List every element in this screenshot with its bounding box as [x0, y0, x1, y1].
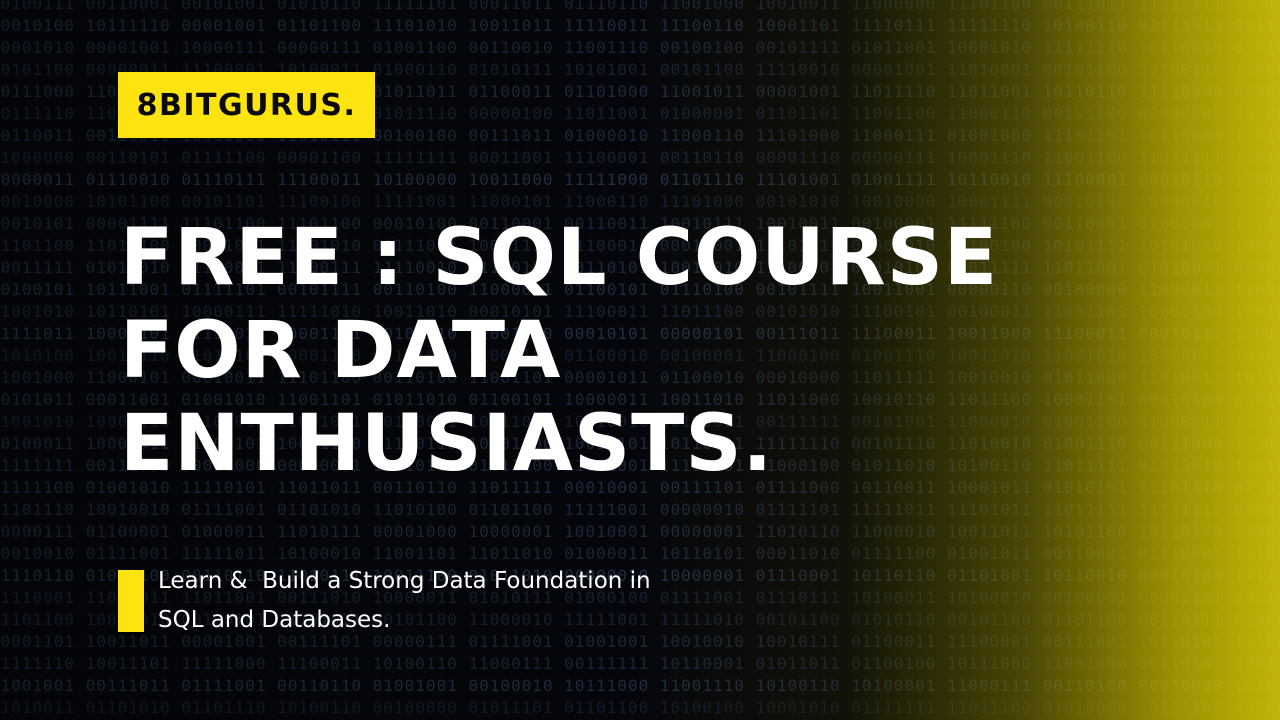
headline-line-1: FREE : SQL COURSE	[120, 213, 999, 303]
brand-logo-badge: 8BITGURUS.	[118, 72, 375, 138]
subtitle: Learn & Build a Strong Data Foundation i…	[158, 562, 858, 640]
subtitle-line-1: Learn & Build a Strong Data Foundation i…	[158, 568, 651, 594]
binary-digit-row: 11101110 10010010 01111001 01101010 1101…	[0, 500, 1280, 519]
brand-logo-text: 8BITGURUS.	[136, 87, 357, 123]
binary-digit-row: 01000000 00110101 01111100 00001100 1111…	[0, 148, 1280, 167]
binary-digit-row: 10010000 10101100 00101101 11100100 1111…	[0, 192, 1280, 211]
banner-canvas: 10100111 00110001 00101001 01010110 1111…	[0, 0, 1280, 720]
binary-digit-row: 01001001 00111011 01111001 00110110 0100…	[0, 676, 1280, 695]
binary-digit-row: 10000011 01110010 01110111 11100011 1010…	[0, 170, 1280, 189]
binary-digit-row: 00001010 00001001 10000111 00000111 0100…	[0, 38, 1280, 57]
headline-line-2: FOR DATA	[120, 306, 562, 396]
binary-digit-row: 00010100 10111110 00001001 01101100 1110…	[0, 16, 1280, 35]
binary-digit-row: 10000111 01100001 01000011 11010111 0000…	[0, 522, 1280, 541]
headline-line-3: ENTHUSIASTS.	[120, 399, 774, 489]
subtitle-accent-bar	[118, 570, 144, 632]
subtitle-line-2: SQL and Databases.	[158, 607, 391, 633]
binary-digit-row: 10100111 00110001 00101001 01010110 1111…	[0, 0, 1280, 13]
headline: FREE : SQL COURSE FOR DATA ENTHUSIASTS.	[120, 212, 1020, 491]
binary-digit-row: 00010010 01111001 11111011 10100010 1100…	[0, 544, 1280, 563]
binary-digit-row: 01111110 10011101 11111000 11100011 1010…	[0, 654, 1280, 673]
binary-digit-row: 11010011 01101010 01101110 10100110 0010…	[0, 698, 1280, 717]
